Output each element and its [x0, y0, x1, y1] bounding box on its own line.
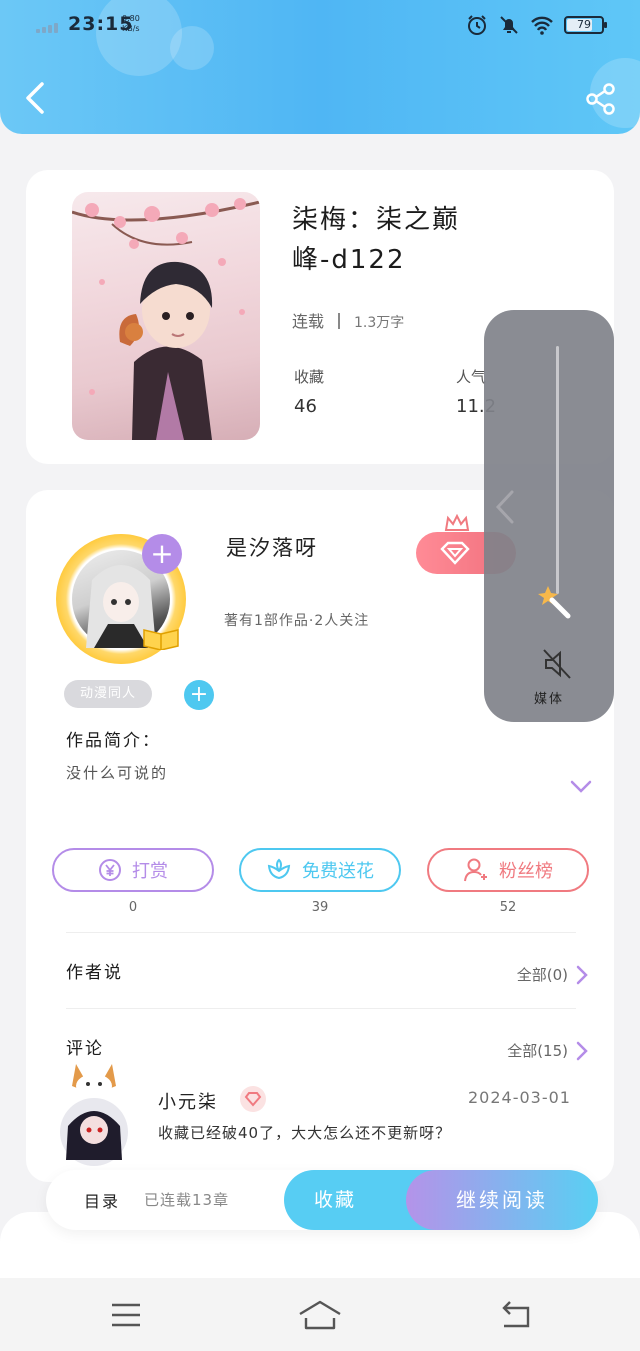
commenter-name: 小元柒: [158, 1092, 218, 1113]
volume-slider[interactable]: [556, 346, 559, 594]
crown-icon: [444, 514, 470, 531]
home-icon: [299, 1300, 341, 1330]
favorites-label: 收藏: [294, 368, 325, 386]
divider: [66, 1008, 576, 1009]
slider-thumb-icon[interactable]: [538, 580, 578, 620]
share-button[interactable]: [584, 82, 618, 116]
comment-text: 收藏已经破40了，大大怎么还不更新呀？: [158, 1124, 452, 1142]
intro-text: 没什么可说的: [66, 764, 169, 782]
chevron-right-icon: [576, 965, 588, 984]
net-speed: 0.80 KB/s: [122, 14, 140, 34]
send-flower-button[interactable]: 免费送花: [239, 848, 401, 892]
home-nav-button[interactable]: [298, 1298, 342, 1332]
back-button[interactable]: [20, 80, 50, 116]
fans-label: 粉丝榜: [499, 861, 553, 882]
intro-label: 作品简介：: [66, 731, 161, 751]
header: 23:15 0.80 KB/s 79: [0, 0, 640, 134]
net-speed-value: 0.80: [122, 14, 140, 23]
book-status: 连载: [292, 312, 325, 331]
author-says-all-label: 全部(0): [516, 966, 568, 984]
mute-bell-icon: [500, 16, 518, 34]
bottom-action-bar: 目录 已连载13章 收藏 继续阅读: [46, 1170, 598, 1230]
commenter-badge: [240, 1086, 266, 1112]
commenter-avatar[interactable]: [50, 1060, 140, 1170]
chevron-right-icon: [576, 1041, 588, 1060]
volume-panel: 媒体: [484, 310, 614, 722]
author-says-title: 作者说: [66, 963, 123, 983]
book-title: 柒梅：柒之巅峰-d122: [292, 205, 461, 275]
fans-icon: [464, 858, 487, 882]
flower-label: 免费送花: [302, 861, 374, 882]
volume-label: 媒体: [533, 692, 564, 707]
tip-label: 打赏: [132, 861, 168, 882]
avatar: [60, 1064, 128, 1166]
wifi-icon: [531, 16, 553, 35]
follow-author-button[interactable]: +: [142, 534, 182, 574]
cover-illustration: [72, 198, 260, 440]
divider: [66, 932, 576, 933]
author-info: 著有1部作品·2人关注: [224, 613, 370, 629]
comments-all-link[interactable]: 全部(15): [507, 1040, 588, 1061]
battery-icon: 79: [564, 16, 607, 34]
comment-date: 2024-03-01: [468, 1088, 571, 1107]
net-speed-unit: KB/s: [122, 24, 140, 33]
speaker-muted-icon[interactable]: [542, 648, 572, 680]
popularity-label: 人气: [456, 368, 487, 386]
favorites-value: 46: [294, 396, 317, 417]
meta-divider: [338, 313, 341, 329]
book-icon: [143, 629, 179, 650]
author-says-all-link[interactable]: 全部(0): [517, 964, 588, 985]
signal-icon: [36, 23, 62, 33]
back-nav-button[interactable]: [496, 1298, 536, 1332]
chevron-left-icon[interactable]: [494, 490, 516, 524]
book-meta: 连载 1.3万字: [292, 308, 404, 332]
yen-icon: [99, 859, 121, 881]
menu-icon: [112, 1303, 140, 1327]
fans-count: 52: [499, 900, 517, 915]
chevron-left-icon: [26, 82, 44, 114]
toc-button[interactable]: 目录: [84, 1188, 120, 1212]
status-bar: 23:15 0.80 KB/s 79: [0, 10, 640, 40]
fans-rank-button[interactable]: 粉丝榜: [427, 848, 589, 892]
continue-reading-button[interactable]: 继续阅读: [406, 1170, 598, 1230]
alarm-icon: [468, 15, 486, 35]
word-count: 1.3万字: [354, 315, 405, 331]
battery-level: 79: [577, 18, 591, 31]
chevron-down-icon[interactable]: [570, 780, 592, 794]
flower-count: 39: [311, 900, 329, 915]
status-icons: 79: [466, 12, 607, 38]
tip-button[interactable]: 打赏: [52, 848, 214, 892]
back-arrow-icon: [502, 1301, 530, 1328]
tip-count: 0: [128, 900, 138, 915]
toc-info: 已连载13章: [144, 1191, 230, 1209]
diamond-icon: [244, 1092, 262, 1107]
system-nav-bar: [0, 1278, 640, 1351]
comments-title: 评论: [66, 1039, 104, 1059]
menu-nav-button[interactable]: [106, 1298, 146, 1332]
flower-icon: [267, 858, 291, 880]
add-tag-button[interactable]: +: [184, 680, 214, 710]
author-name: 是汐落呀: [226, 536, 318, 560]
book-cover[interactable]: [72, 192, 260, 440]
diamond-icon: [440, 541, 470, 565]
comments-all-label: 全部(15): [507, 1042, 568, 1060]
share-icon: [586, 83, 615, 115]
genre-tag[interactable]: 动漫同人: [64, 680, 152, 708]
